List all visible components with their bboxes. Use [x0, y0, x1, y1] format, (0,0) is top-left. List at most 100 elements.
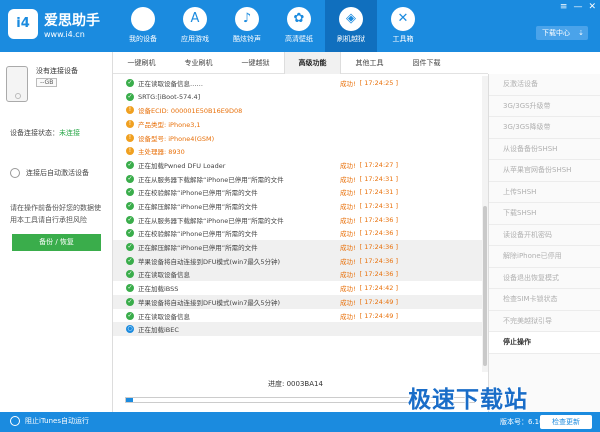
minimize-icon[interactable]: — [573, 2, 582, 12]
apple-icon [131, 7, 155, 31]
sidebar-item-10[interactable]: 检查SIM卡锁状态 [489, 289, 600, 311]
check-icon: ✓ [126, 297, 134, 306]
log-time: [ 17:24:49 ] [359, 297, 399, 306]
log-message: 正在读取设备信息 [138, 271, 190, 280]
check-icon: ✓ [126, 160, 134, 169]
sidebar-item-12[interactable]: 停止操作 [489, 332, 600, 354]
log-scroll-thumb[interactable] [483, 206, 487, 366]
info-icon: ! [126, 133, 134, 142]
log-row: ✓ 正在从服务器下载解除“iPhone已停用”所需的文件 成功![ 17:24:31… [113, 172, 482, 186]
tab-0[interactable]: 一键刷机 [113, 52, 170, 74]
log-message: SRTG:[iBoot-574.4] [138, 92, 201, 101]
log-message: 产品类型: iPhone3,1 [138, 120, 201, 129]
nav-item-2[interactable]: ♪ 酷炫铃声 [221, 0, 273, 52]
download-center-button[interactable]: 下载中心 ⇣ [536, 26, 588, 40]
backup-restore-button[interactable]: 备份 / 恢复 [12, 234, 101, 251]
info-icon: ! [126, 119, 134, 128]
check-icon: ✓ [126, 229, 134, 238]
log-row: ✓ 正在读取设备信息…… 成功![ 17:24:25 ] [113, 76, 482, 90]
log-message: 正在校验解除“iPhone已停用”所需的文件 [138, 189, 258, 198]
tab-5[interactable]: 固件下载 [398, 52, 455, 74]
log-row: ✓ 苹果设备将自动连接到DFU模式(win7最久5分钟) 成功![ 17:24:36… [113, 253, 482, 268]
nav-item-5[interactable]: ✕ 工具箱 [377, 0, 429, 52]
sidebar-item-5[interactable]: 上传SHSH [489, 182, 600, 203]
log-message: 设备型号: iPhone4(GSM) [138, 134, 215, 143]
log-result: 成功! [340, 244, 356, 253]
log-time: [ 17:24:27 ] [359, 160, 399, 169]
log-result: 成功! [340, 79, 356, 88]
connection-status-value: 未连接 [59, 129, 80, 137]
operation-log: ✓ 正在读取设备信息…… 成功![ 17:24:25 ] ✓ SRTG:[iBoot-5… [113, 76, 482, 372]
dropbox-icon: ◈ [339, 7, 363, 31]
log-time: [ 17:24:25 ] [359, 78, 399, 87]
phone-icon [6, 66, 28, 102]
log-time: [ 17:24:31 ] [359, 188, 399, 197]
log-message: 正在加载iBEC [138, 326, 179, 335]
check-update-button[interactable]: 检查更新 [540, 415, 592, 429]
sidebar-item-6[interactable]: 下载SHSH [489, 203, 600, 225]
log-row: ! 设备型号: iPhone4(GSM) [113, 131, 482, 145]
log-time: [ 17:24:36 ] [359, 243, 399, 252]
check-icon: ✓ [126, 188, 134, 197]
sidebar-item-3[interactable]: 从设备备份SHSH [489, 139, 600, 160]
close-icon[interactable]: ✕ [588, 2, 596, 12]
sidebar-item-9[interactable]: 设备退出恢复模式 [489, 268, 600, 289]
log-row: ✓ 正在从服务器下载解除“iPhone已停用”所需的文件 成功![ 17:24:36… [113, 213, 482, 227]
i4-logo-icon: i4 [8, 9, 38, 39]
log-row: ✓ 苹果设备将自动连接到DFU模式(win7最久5分钟) 成功![ 17:24:49… [113, 295, 482, 309]
nav-item-4[interactable]: ◈ 刷机越狱 [325, 0, 377, 52]
log-message: 正在从服务器下载解除“iPhone已停用”所需的文件 [138, 175, 284, 184]
auto-activate-radio[interactable] [10, 168, 20, 178]
sidebar-item-7[interactable]: 读设备开机密码 [489, 225, 600, 246]
app-window: i4 爱思助手 www.i4.cn 我的设备 A 应用游戏 ♪ 酷炫铃声 ✿ 高清壁纸 ◈ 刷机… [0, 0, 600, 432]
sidebar-item-1[interactable]: 3G/3GS升级带 [489, 96, 600, 117]
log-result: 成功! [340, 285, 356, 294]
log-row: ✓ 正在加载Pwned DFU Loader 成功![ 17:24:27 ] [113, 158, 482, 172]
backup-tip: 请在操作前备份好您的数据使用本工具请自行承担风险 [10, 204, 101, 224]
status-bar: 阻止iTunes自动运行 版本号：6.16 检查更新 [0, 412, 600, 432]
auto-activate-option[interactable]: 连接后自动激活设备 [10, 168, 89, 178]
log-row: ✓ 正在解压解除“iPhone已停用”所需的文件 成功![ 17:24:31 ] [113, 199, 482, 213]
nav-item-1[interactable]: A 应用游戏 [169, 0, 221, 52]
loading-icon: ○ [126, 325, 134, 334]
nav-label: 我的设备 [129, 35, 157, 43]
main-nav: 我的设备 A 应用游戏 ♪ 酷炫铃声 ✿ 高清壁纸 ◈ 刷机越狱 ✕ 工具箱 [117, 0, 429, 52]
tab-4[interactable]: 其他工具 [341, 52, 398, 74]
log-time: [ 17:24:36 ] [359, 229, 399, 238]
log-message: 正在加载Pwned DFU Loader [138, 161, 226, 170]
tab-3[interactable]: 高级功能 [284, 52, 341, 74]
sidebar-item-8[interactable]: 解除iPhone已停用 [489, 246, 600, 268]
check-icon: ✓ [126, 202, 134, 211]
wallpaper-icon: ✿ [287, 7, 311, 31]
device-name: 没有连接设备 [36, 67, 78, 75]
log-row: ✓ 正在读取设备信息 成功![ 17:24:49 ] [113, 309, 482, 323]
sidebar-item-11[interactable]: 不完美越狱引导 [489, 311, 600, 332]
log-result: 成功! [340, 216, 356, 225]
watermark: 极速下载站 [408, 387, 528, 413]
menu-icon[interactable]: ≡ [560, 2, 568, 12]
block-itunes-option[interactable]: 阻止iTunes自动运行 [10, 416, 89, 426]
tab-1[interactable]: 专业刷机 [170, 52, 227, 74]
device-capacity: --GB [36, 78, 58, 87]
download-arrow-icon: ⇣ [578, 29, 584, 37]
log-result: 成功! [340, 230, 356, 239]
check-icon: ✓ [126, 174, 134, 183]
log-row: ✓ 正在解压解除“iPhone已停用”所需的文件 成功![ 17:24:36 ] [113, 240, 482, 254]
log-time: [ 17:24:49 ] [359, 311, 399, 320]
check-icon: ✓ [126, 92, 134, 101]
nav-label: 酷炫铃声 [233, 35, 261, 43]
log-message: 正在解压解除“iPhone已停用”所需的文件 [138, 203, 258, 212]
block-itunes-toggle[interactable] [10, 416, 20, 426]
log-result: 成功! [340, 271, 356, 280]
tab-2[interactable]: 一键越狱 [227, 52, 284, 74]
connection-status-label: 设备连接状态： [10, 129, 59, 137]
sidebar-item-0[interactable]: 反激活设备 [489, 74, 600, 96]
info-icon: ! [126, 106, 134, 115]
sidebar-item-4[interactable]: 从苹果官网备份SHSH [489, 160, 600, 182]
sidebar-item-2[interactable]: 3G/3GS降级带 [489, 117, 600, 139]
log-time: [ 17:24:31 ] [359, 202, 399, 211]
nav-item-3[interactable]: ✿ 高清壁纸 [273, 0, 325, 52]
log-time: [ 17:24:36 ] [359, 270, 399, 279]
log-message: 主处理器: 8930 [138, 148, 185, 157]
nav-item-0[interactable]: 我的设备 [117, 0, 169, 52]
